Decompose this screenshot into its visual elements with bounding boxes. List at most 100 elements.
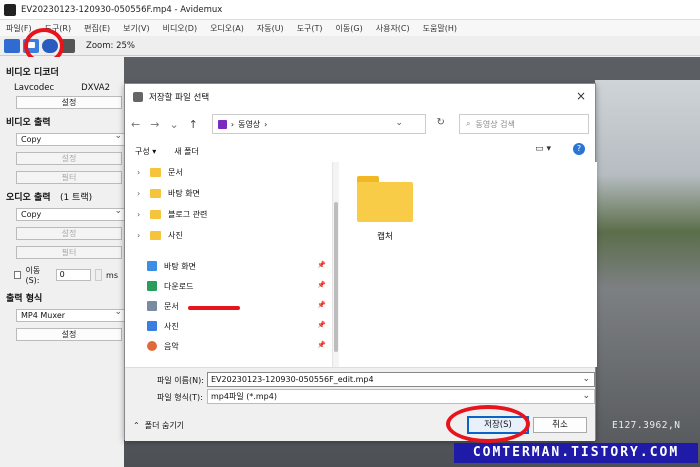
dialog-app-icon — [133, 92, 143, 102]
shift-input[interactable]: 0 — [55, 269, 91, 281]
view-options-icon[interactable]: ▭ ▾ — [535, 144, 551, 154]
quick-access-label: 음악 — [164, 341, 179, 351]
window-title: EV20230123-120930-050556F.mp4 - Avidemux — [21, 4, 223, 15]
organize-button[interactable]: 구성 ▾ — [135, 146, 156, 157]
audio-tracks: (1 트랙) — [59, 193, 93, 203]
video-filter-button[interactable]: 필터 — [16, 171, 122, 184]
open-file-icon[interactable] — [4, 38, 20, 53]
videos-folder-icon — [217, 119, 227, 129]
chevron-down-icon[interactable]: ⌄ — [582, 390, 590, 403]
scrollbar-thumb[interactable] — [334, 202, 338, 352]
command-bar-right: ▭ ▾ ? — [535, 143, 585, 155]
audio-config-button[interactable]: 설정 — [16, 227, 122, 240]
new-folder-button[interactable]: 새 폴더 — [174, 146, 199, 157]
close-icon[interactable]: × — [573, 88, 589, 104]
decoder-value: DXVA2 — [81, 83, 110, 93]
folder-icon — [150, 189, 161, 198]
quick-access-label: 문서 — [164, 301, 179, 311]
chevron-right-icon[interactable]: › — [137, 189, 143, 198]
quick-access-pictures[interactable]: 사진 📌 — [125, 316, 332, 336]
video-config-button[interactable]: 설정 — [16, 152, 122, 165]
output-format-select[interactable]: MP4 Muxer — [16, 307, 126, 322]
tree-item-desktop[interactable]: › 바탕 화면 — [125, 183, 332, 204]
video-output-select[interactable]: Copy — [16, 131, 126, 146]
dialog-title: 저장할 파일 선택 — [149, 93, 210, 103]
download-icon — [147, 281, 157, 291]
decoder-config-button[interactable]: 설정 — [16, 96, 122, 109]
address-bar[interactable]: › 동영상 › ⌄ ↻ — [211, 114, 445, 134]
quick-access-music[interactable]: 음악 📌 — [125, 336, 332, 356]
folder-icon[interactable] — [357, 176, 413, 222]
menu-help[interactable]: 도움말(H) — [423, 23, 457, 34]
hide-folders-toggle[interactable]: ⌃ 폴더 숨기기 — [133, 420, 184, 431]
tree-item-documents[interactable]: › 문서 — [125, 162, 332, 183]
search-box[interactable]: ⌕ 동영상 검색 — [459, 114, 589, 134]
search-icon: ⌕ — [466, 119, 471, 128]
search-placeholder: 동영상 검색 — [475, 119, 515, 129]
menu-audio[interactable]: 오디오(A) — [210, 23, 244, 34]
navigation-row: ← → ⌄ ↑ › 동영상 › ⌄ ↻ ⌕ 동영상 검색 — [125, 110, 595, 138]
navigation-pane: › 문서 › 바탕 화면 › 블로그 관련 › 사진 바탕 화면 📌 다운로드 — [125, 162, 333, 367]
decoder-row: Lavcodec DXVA2 — [6, 83, 118, 93]
menu-go[interactable]: 이동(G) — [336, 23, 363, 34]
file-list-pane: 캡처 — [339, 162, 597, 367]
save-file-dialog: 저장할 파일 선택 × ← → ⌄ ↑ › 동영상 › ⌄ ↻ ⌕ 동영상 검색… — [124, 83, 597, 441]
picture-icon — [147, 321, 157, 331]
address-dropdown-icon[interactable]: ⌄ — [395, 118, 403, 128]
format-config-button[interactable]: 설정 — [16, 328, 122, 341]
tree-item-blog[interactable]: › 블로그 관련 — [125, 204, 332, 225]
menu-auto[interactable]: 자동(U) — [257, 23, 284, 34]
main-toolbar: Zoom: 25% — [0, 36, 700, 56]
up-arrow-icon[interactable]: ↑ — [189, 118, 198, 131]
forward-arrow-icon[interactable]: → — [150, 118, 159, 131]
quick-access-desktop[interactable]: 바탕 화면 📌 — [125, 256, 332, 276]
shift-unit: ms — [106, 270, 118, 280]
folder-item-label[interactable]: 캡처 — [357, 230, 413, 242]
shift-spinner[interactable] — [94, 269, 103, 281]
desktop-icon — [147, 261, 157, 271]
shift-label: 이동(S): — [25, 266, 41, 285]
tree-item-pictures[interactable]: › 사진 — [125, 225, 332, 246]
chevron-right-icon[interactable]: › — [137, 231, 143, 240]
chevron-up-icon: ⌃ — [133, 421, 140, 430]
filetype-select[interactable]: mp4파일 (*.mp4) ⌄ — [207, 389, 595, 404]
chevron-right-icon[interactable]: › — [137, 168, 143, 177]
help-icon[interactable]: ? — [573, 143, 585, 155]
pin-icon[interactable]: 📌 — [317, 301, 326, 309]
pin-icon[interactable]: 📌 — [317, 261, 326, 269]
gps-overlay: E127.3962,N — [612, 420, 681, 431]
quick-access-downloads[interactable]: 다운로드 📌 — [125, 276, 332, 296]
pin-icon[interactable]: 📌 — [317, 281, 326, 289]
audio-output-select[interactable]: Copy — [16, 206, 126, 221]
refresh-icon[interactable]: ↻ — [436, 117, 444, 128]
shift-checkbox[interactable] — [14, 271, 22, 279]
dialog-titlebar: 저장할 파일 선택 × — [125, 84, 595, 110]
folder-body — [357, 182, 413, 222]
zoom-level: Zoom: 25% — [86, 40, 135, 51]
command-bar: 구성 ▾ 새 폴더 ▭ ▾ ? — [125, 140, 595, 162]
menu-view[interactable]: 보기(V) — [123, 23, 149, 34]
pin-icon[interactable]: 📌 — [317, 321, 326, 329]
breadcrumb-videos[interactable]: 동영상 — [238, 119, 260, 130]
menu-custom[interactable]: 사용자(C) — [376, 23, 410, 34]
chevron-right-icon[interactable]: › — [137, 210, 143, 219]
hide-folders-label: 폴더 숨기기 — [144, 421, 185, 430]
window-titlebar: EV20230123-120930-050556F.mp4 - Avidemux — [0, 0, 700, 20]
menu-file[interactable]: 파일(F) — [6, 23, 32, 34]
quick-access-label: 바탕 화면 — [164, 261, 196, 271]
pin-icon[interactable]: 📌 — [317, 341, 326, 349]
output-format-title: 출력 형식 — [6, 294, 43, 304]
cancel-button[interactable]: 취소 — [533, 417, 587, 433]
audio-filter-button[interactable]: 필터 — [16, 246, 122, 259]
menu-edit[interactable]: 편집(E) — [84, 23, 110, 34]
music-icon — [147, 341, 157, 351]
chevron-down-icon[interactable]: ⌄ — [582, 373, 590, 386]
audio-output-title: 오디오 출력 (1 트랙) — [6, 190, 118, 203]
menu-tools[interactable]: 도구(T) — [297, 23, 323, 34]
back-arrow-icon[interactable]: ← — [131, 118, 140, 131]
watermark: COMTERMAN.TISTORY.COM — [454, 443, 698, 463]
filename-input[interactable]: EV20230123-120930-050556F_edit.mp4 ⌄ — [207, 372, 595, 387]
chevron-down-icon[interactable]: ⌄ — [169, 118, 178, 131]
menu-video[interactable]: 비디오(D) — [163, 23, 197, 34]
